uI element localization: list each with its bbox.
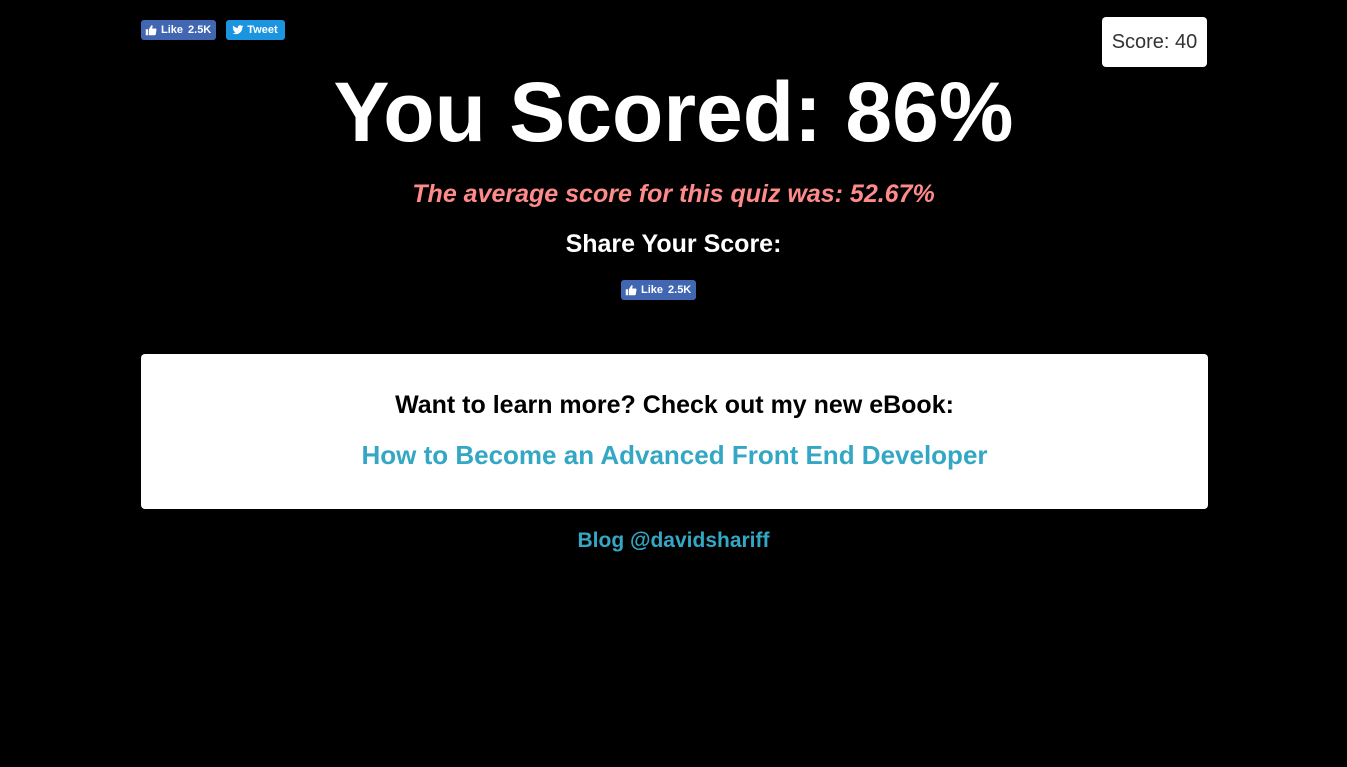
thumbs-up-icon (145, 25, 157, 36)
blog-link[interactable]: Blog @davidshariff (0, 528, 1347, 554)
share-score-heading: Share Your Score: (565, 230, 782, 258)
facebook-like-label: Like (161, 24, 184, 36)
score-counter: Score: 40 (1102, 17, 1207, 67)
tweet-label: Tweet (247, 24, 278, 36)
quiz-results-page: Like 2.5K Tweet Score: 40 You Scored: 86… (0, 0, 1347, 767)
share-like-label: Like (641, 284, 664, 296)
twitter-bird-icon (232, 25, 244, 35)
score-headline: You Scored: 86% (333, 65, 1014, 159)
social-share-bar: Like 2.5K Tweet (141, 20, 285, 40)
thumbs-up-icon (625, 285, 637, 296)
ebook-promo-card: Want to learn more? Check out my new eBo… (141, 354, 1208, 509)
facebook-like-button[interactable]: Like 2.5K (141, 20, 217, 40)
share-like-count: 2.5K (668, 284, 692, 296)
tweet-button[interactable]: Tweet (226, 20, 285, 40)
share-like-container: Like 2.5K (621, 280, 697, 301)
ebook-promo-title: Want to learn more? Check out my new eBo… (395, 391, 954, 419)
ebook-link[interactable]: How to Become an Advanced Front End Deve… (141, 440, 1208, 470)
average-score-text: The average score for this quiz was: 52.… (412, 180, 935, 208)
facebook-like-count: 2.5K (188, 24, 212, 36)
share-facebook-like-button[interactable]: Like 2.5K (621, 280, 697, 300)
